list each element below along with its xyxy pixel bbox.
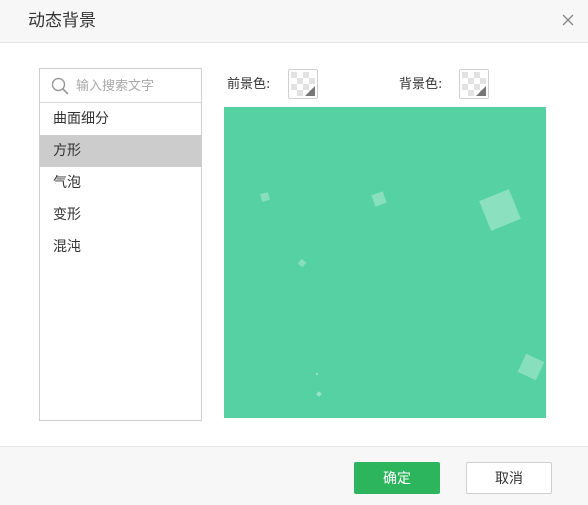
list-item-tessellation[interactable]: 曲面细分 bbox=[40, 103, 201, 135]
transparent-swatch-icon bbox=[291, 72, 315, 96]
search-box bbox=[40, 69, 201, 103]
background-type-panel: 曲面细分 方形 气泡 变形 混沌 bbox=[39, 68, 202, 421]
transparent-swatch-icon bbox=[462, 72, 486, 96]
confirm-button[interactable]: 确定 bbox=[354, 462, 440, 494]
search-icon bbox=[50, 76, 70, 96]
dialog-title: 动态背景 bbox=[28, 11, 96, 31]
list-item-morph[interactable]: 变形 bbox=[40, 199, 201, 231]
floating-square bbox=[316, 373, 318, 375]
background-type-list: 曲面细分 方形 气泡 变形 混沌 bbox=[40, 103, 201, 263]
close-icon[interactable] bbox=[558, 10, 578, 30]
list-item-square[interactable]: 方形 bbox=[40, 135, 201, 167]
preview-background bbox=[224, 107, 546, 418]
dialog-footer: 确定 取消 bbox=[0, 446, 588, 505]
dialog-header: 动态背景 bbox=[0, 0, 588, 43]
list-item-bubble[interactable]: 气泡 bbox=[40, 167, 201, 199]
list-item-chaos[interactable]: 混沌 bbox=[40, 231, 201, 263]
animation-preview bbox=[224, 107, 546, 418]
foreground-color-label: 前景色: bbox=[227, 77, 271, 92]
foreground-color-picker[interactable] bbox=[288, 69, 318, 99]
cancel-button[interactable]: 取消 bbox=[466, 462, 552, 494]
search-input[interactable] bbox=[76, 74, 196, 98]
background-color-label: 背景色: bbox=[399, 77, 443, 92]
background-color-picker[interactable] bbox=[459, 69, 489, 99]
